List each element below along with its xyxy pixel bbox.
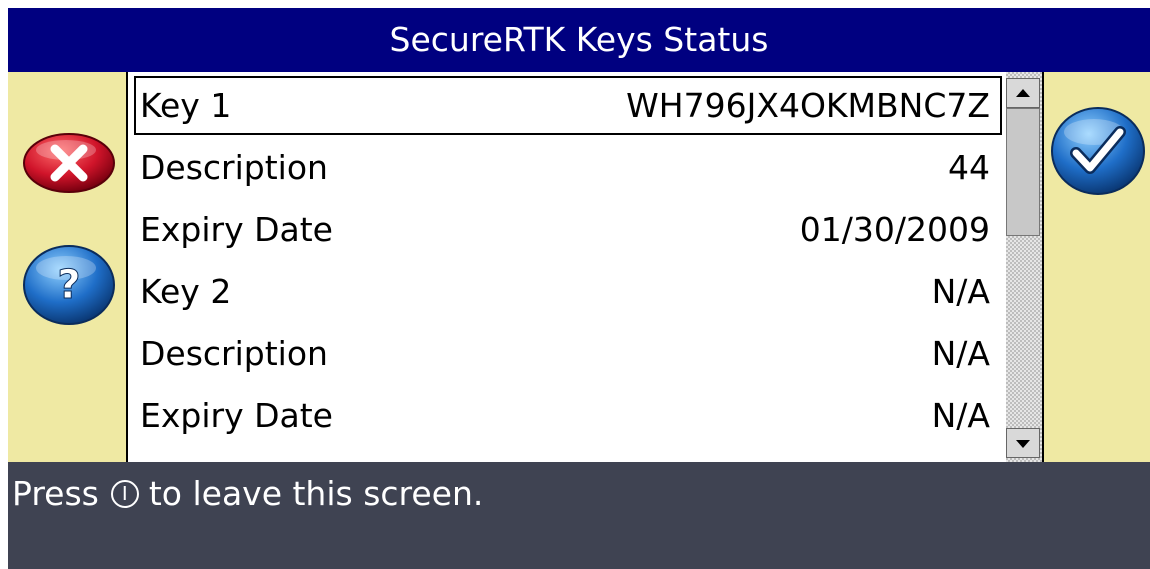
title-bar: SecureRTK Keys Status — [8, 8, 1150, 72]
cancel-button[interactable] — [22, 132, 116, 194]
row-value: WH796JX4OKMBNC7Z — [626, 86, 990, 125]
row-label: Key 1 — [140, 86, 232, 125]
list-row-key-2[interactable]: Key 2 N/A — [128, 262, 1002, 321]
confirm-button[interactable] — [1050, 106, 1146, 196]
scrollbar[interactable] — [1002, 72, 1042, 462]
list-row-expiry-2[interactable]: Expiry Date N/A — [128, 386, 1002, 445]
row-label: Expiry Date — [140, 210, 333, 249]
svg-text:?: ? — [57, 262, 80, 308]
list-row-description-1[interactable]: Description 44 — [128, 138, 1002, 197]
row-label: Description — [140, 334, 328, 373]
content-area: ? Key 1 WH796JX4OKMBNC7Z Description 44 … — [8, 72, 1150, 462]
checkmark-icon — [1051, 107, 1145, 195]
message-prefix: Press — [12, 474, 99, 513]
question-icon: ? — [23, 245, 115, 325]
row-label: Expiry Date — [140, 396, 333, 435]
row-label: Key 2 — [140, 272, 232, 311]
scroll-up-button[interactable] — [1006, 78, 1040, 108]
status-footer: Press to leave this screen. — [8, 462, 1150, 569]
x-icon — [23, 133, 115, 193]
instruction-message: Press to leave this screen. — [12, 474, 483, 513]
row-value: N/A — [931, 272, 990, 311]
list-row-description-2[interactable]: Description N/A — [128, 324, 1002, 383]
message-suffix: to leave this screen. — [148, 474, 484, 513]
list-row-key-1[interactable]: Key 1 WH796JX4OKMBNC7Z — [134, 76, 1002, 135]
right-button-panel — [1044, 72, 1150, 462]
scrollbar-thumb[interactable] — [1006, 108, 1040, 236]
row-value: N/A — [931, 334, 990, 373]
row-value: N/A — [931, 396, 990, 435]
arrow-up-icon — [1016, 89, 1030, 97]
arrow-down-icon — [1016, 440, 1030, 448]
power-icon — [110, 479, 139, 508]
row-label: Description — [140, 148, 328, 187]
left-button-panel: ? — [8, 72, 126, 462]
keys-status-list[interactable]: Key 1 WH796JX4OKMBNC7Z Description 44 Ex… — [128, 72, 1042, 462]
page-title: SecureRTK Keys Status — [389, 20, 769, 59]
row-value: 44 — [948, 148, 990, 187]
device-screen: SecureRTK Keys Status ? Key 1 WH796JX4OK… — [8, 8, 1150, 569]
help-button[interactable]: ? — [22, 244, 116, 326]
row-value: 01/30/2009 — [799, 210, 990, 249]
scroll-down-button[interactable] — [1006, 428, 1040, 458]
list-row-expiry-1[interactable]: Expiry Date 01/30/2009 — [128, 200, 1002, 259]
